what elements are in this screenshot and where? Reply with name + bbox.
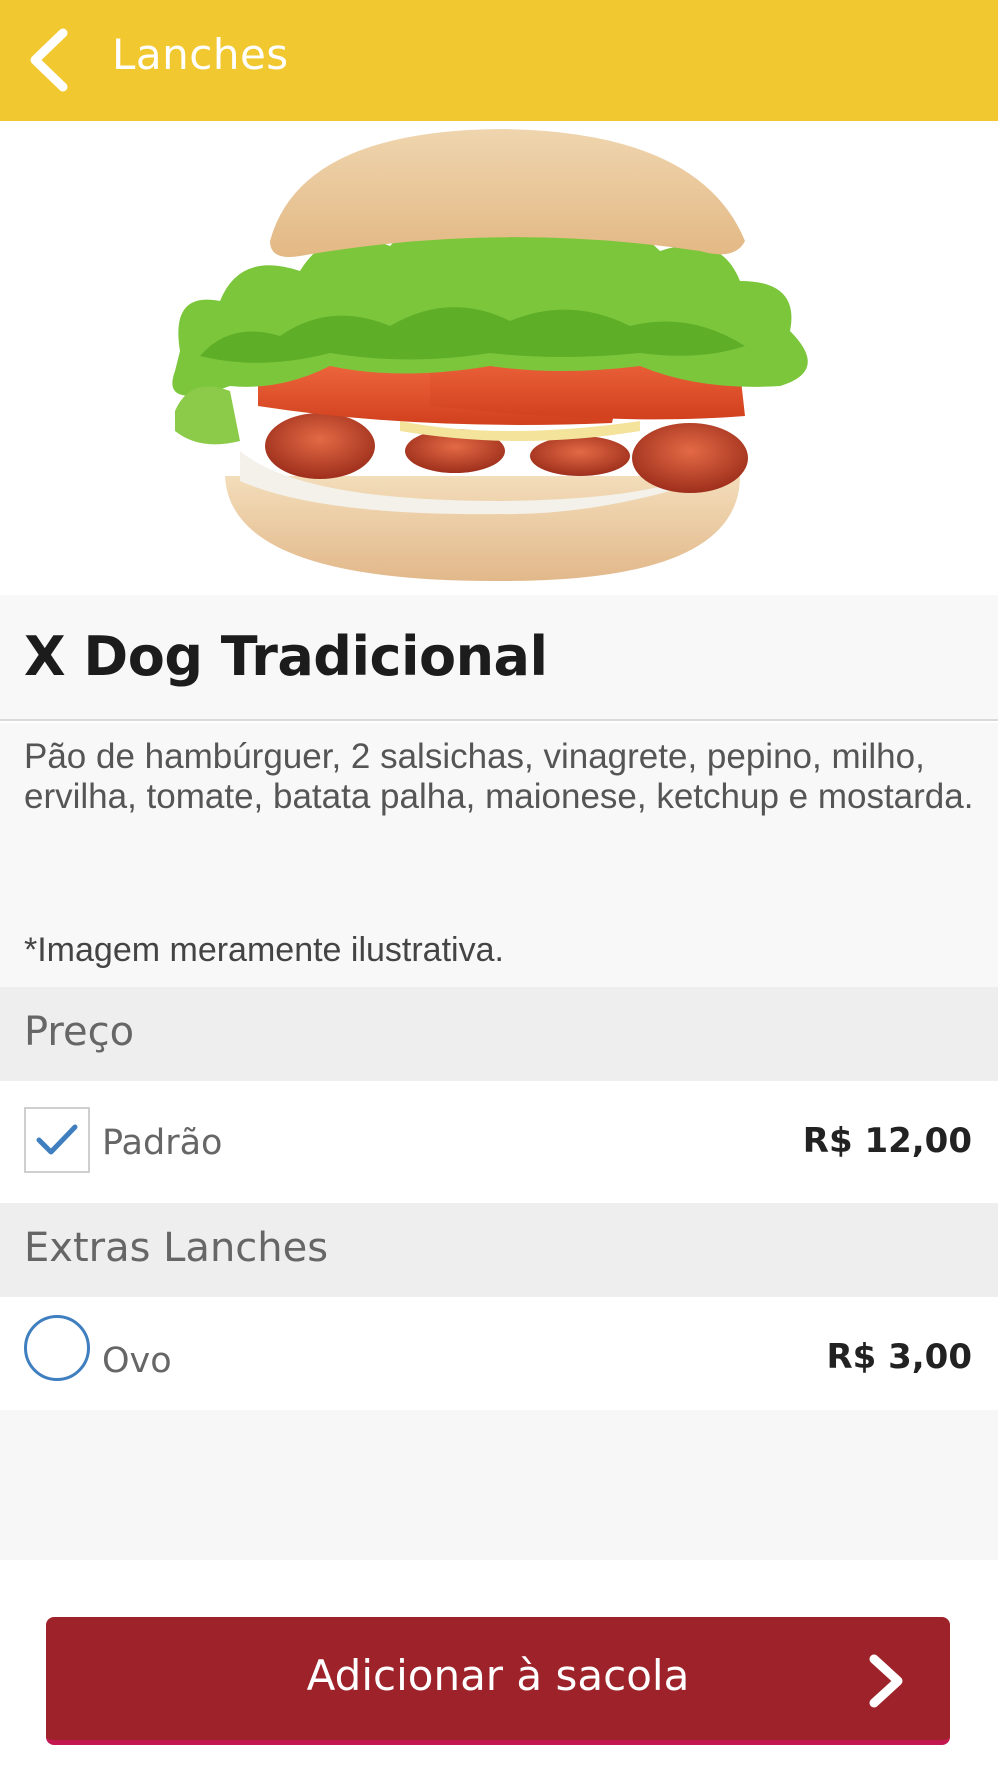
product-description-section: Pão de hambúrguer, 2 salsichas, vinagret… (0, 723, 998, 987)
section-header-extras: Extras Lanches (0, 1203, 998, 1297)
product-detail-screen: Lanches X Dog Tradicional Pão de hambúrg… (0, 0, 1000, 1778)
section-title: Preço (24, 1009, 135, 1055)
option-price: R$ 12,00 (802, 1121, 972, 1161)
option-radio[interactable] (24, 1315, 90, 1381)
option-row-padrao[interactable]: Padrão R$ 12,00 (0, 1081, 998, 1203)
option-row-ovo[interactable]: Ovo R$ 3,00 (0, 1297, 998, 1419)
product-image (0, 121, 998, 595)
back-button[interactable] (14, 22, 84, 98)
product-description: Pão de hambúrguer, 2 salsichas, vinagret… (24, 737, 974, 816)
product-title: X Dog Tradicional (24, 625, 548, 688)
chevron-left-icon (30, 28, 68, 92)
add-to-bag-label: Adicionar à sacola (306, 1651, 690, 1700)
option-checkbox[interactable] (24, 1107, 90, 1173)
section-header-price: Preço (0, 987, 998, 1081)
option-label: Ovo (102, 1341, 172, 1381)
header-title: Lanches (112, 30, 289, 79)
image-disclaimer: *Imagem meramente ilustrativa. (24, 931, 504, 969)
add-to-bag-button[interactable]: Adicionar à sacola (46, 1617, 950, 1745)
option-label: Padrão (102, 1123, 223, 1163)
option-price: R$ 3,00 (826, 1337, 972, 1377)
chevron-right-icon (869, 1654, 903, 1708)
checkmark-icon (36, 1124, 78, 1155)
product-title-section: X Dog Tradicional (0, 595, 998, 721)
app-header: Lanches (0, 0, 998, 121)
section-title: Extras Lanches (24, 1225, 329, 1271)
